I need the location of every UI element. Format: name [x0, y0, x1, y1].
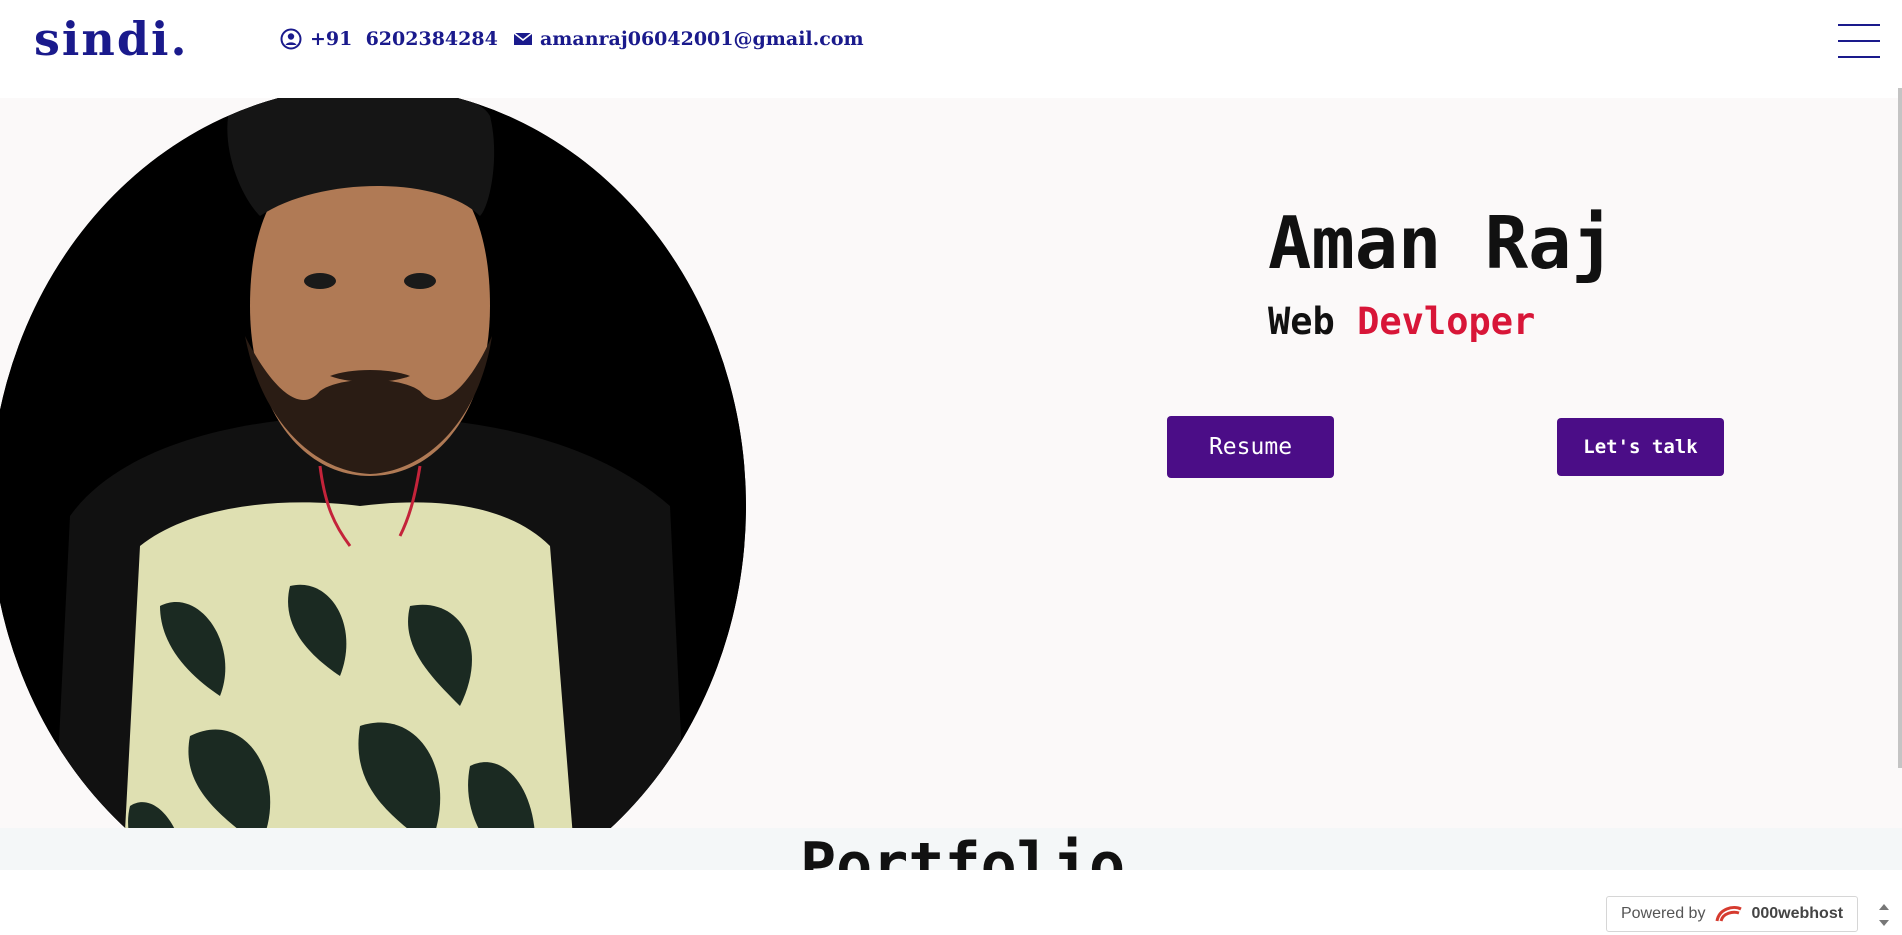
phone-number: +91 6202384284 [310, 28, 498, 50]
top-navbar: sindi. +91 6202384284 amanraj06042001@gm… [0, 0, 1902, 98]
hero-role: Web Devloper [1268, 300, 1535, 343]
webhost-brand: 000webhost [1751, 905, 1844, 922]
role-primary: Web [1268, 300, 1335, 343]
portfolio-section: Portfolio [0, 828, 1902, 870]
site-logo[interactable]: sindi. [34, 12, 188, 66]
webhost-logo-icon [1715, 906, 1743, 922]
email-address: amanraj06042001@gmail.com [540, 28, 864, 50]
portfolio-title: Portfolio [800, 830, 1126, 870]
email-contact[interactable]: amanraj06042001@gmail.com [514, 28, 864, 50]
powered-by-label: Powered by [1620, 905, 1706, 922]
hero-name: Aman Raj [1268, 201, 1615, 285]
hamburger-menu-icon[interactable] [1838, 24, 1880, 58]
role-accent: Devloper [1357, 300, 1536, 343]
vertical-scrollbar[interactable] [1898, 88, 1902, 768]
lets-talk-button[interactable]: Let's talk [1557, 418, 1724, 476]
hero-section: Aman Raj Web Devloper Resume Let's talk [0, 86, 1902, 926]
phone-contact[interactable]: +91 6202384284 [280, 28, 498, 50]
powered-by-badge[interactable]: Powered by 000webhost [1606, 896, 1858, 932]
profile-photo [0, 86, 746, 926]
user-circle-icon [280, 28, 302, 50]
mail-icon [514, 32, 532, 45]
scroll-arrows-icon[interactable] [1876, 898, 1892, 932]
resume-button[interactable]: Resume [1167, 416, 1334, 478]
